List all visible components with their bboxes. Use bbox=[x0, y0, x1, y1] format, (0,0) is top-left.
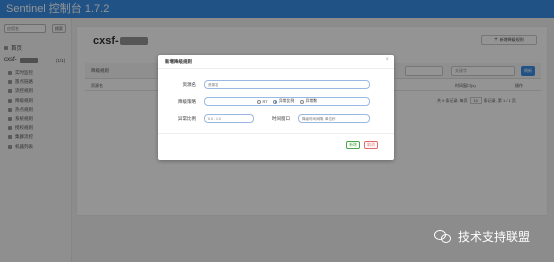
cancel-button[interactable]: 取消 bbox=[364, 141, 378, 149]
window-label: 时间窗口 bbox=[272, 116, 290, 121]
strategy-radio-rt[interactable]: RT bbox=[256, 99, 268, 104]
radio-icon bbox=[300, 99, 305, 104]
strategy-radio-group: RT 异常比例 异常数 bbox=[204, 97, 370, 106]
divider bbox=[158, 68, 394, 69]
watermark-text: 技术支持联盟 bbox=[458, 230, 531, 244]
dialog-title: 新增降级规则 bbox=[165, 59, 192, 64]
radio-icon bbox=[273, 99, 278, 104]
strategy-radio-exception-count[interactable]: 异常数 bbox=[300, 99, 317, 104]
close-icon[interactable]: × bbox=[385, 57, 389, 63]
add-degrade-rule-dialog: 新增降级规则 × 资源名 降级策略 RT 异常比例 异常数 异常比例 时间窗口 … bbox=[158, 55, 394, 160]
window-input[interactable] bbox=[298, 114, 370, 123]
ratio-input[interactable] bbox=[204, 114, 254, 123]
strategy-radio-exception-ratio[interactable]: 异常比例 bbox=[273, 99, 294, 104]
resource-label: 资源名 bbox=[182, 82, 197, 87]
radio-icon bbox=[256, 99, 261, 104]
add-button[interactable]: 新增 bbox=[346, 141, 360, 149]
strategy-label: 降级策略 bbox=[178, 99, 196, 104]
resource-input[interactable] bbox=[204, 80, 370, 89]
divider bbox=[158, 133, 394, 134]
radio-label: 异常数 bbox=[305, 99, 318, 103]
radio-label: 异常比例 bbox=[278, 99, 295, 103]
ratio-label: 异常比例 bbox=[178, 116, 196, 121]
watermark: 技术支持联盟 bbox=[434, 228, 530, 245]
radio-label: RT bbox=[262, 99, 268, 104]
wechat-icon bbox=[434, 229, 452, 244]
